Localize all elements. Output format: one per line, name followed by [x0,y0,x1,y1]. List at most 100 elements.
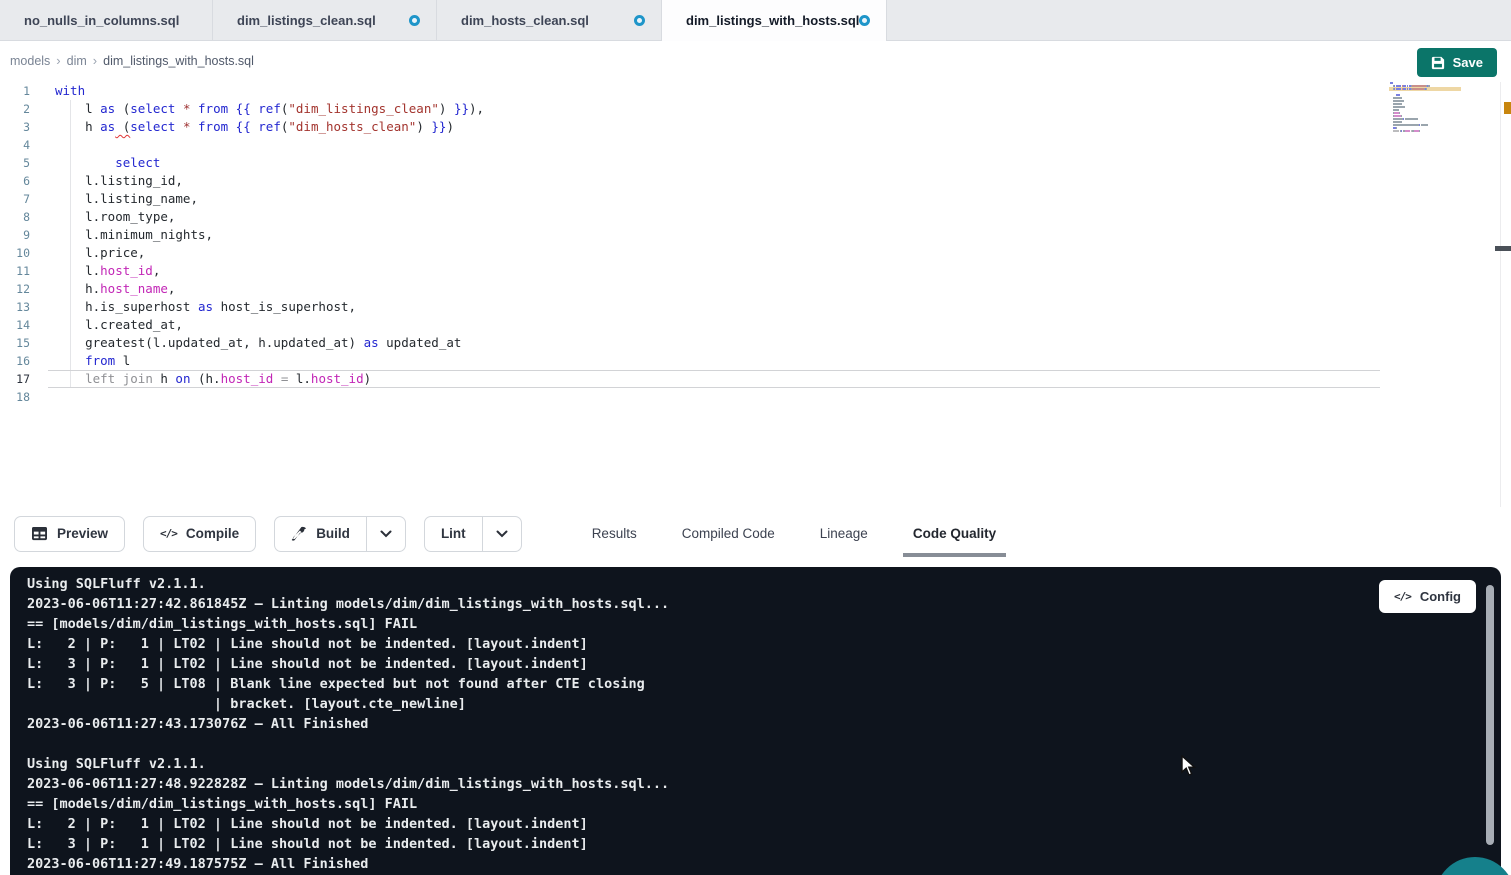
code-line: 11 l.host_id, [0,262,1511,280]
lint-split-button: Lint [424,516,522,552]
code-line: 13 h.is_superhost as host_is_superhost, [0,298,1511,316]
terminal-line: == [models/dim/dim_listings_with_hosts.s… [27,794,669,814]
line-number: 2 [0,100,30,118]
line-number: 12 [0,280,30,298]
line-number: 1 [0,82,30,100]
code-line: 7 l.listing_name, [0,190,1511,208]
build-dropdown-button[interactable] [366,517,405,551]
code-line: 18 [0,388,1511,406]
terminal-line: == [models/dim/dim_listings_with_hosts.s… [27,614,669,634]
file-tab-label: dim_listings_with_hosts.sql [686,13,859,28]
terminal-line: 2023-06-06T11:27:42.861845Z — Linting mo… [27,594,669,614]
build-button[interactable]: Build [275,517,366,551]
terminal-line [27,734,669,754]
code-editor[interactable]: 1with2 l as (select * from {{ ref("dim_l… [0,80,1511,507]
terminal-line: L: 3 | P: 1 | LT02 | Line should not be … [27,654,669,674]
breadcrumb-segment[interactable]: dim_listings_with_hosts.sql [103,54,254,68]
result-panel-tabs: Results Compiled Code Lineage Code Quality [586,507,1035,560]
line-number: 11 [0,262,30,280]
terminal-scrollbar-thumb[interactable] [1486,585,1494,845]
breadcrumb-separator-icon: › [93,53,97,68]
line-number: 15 [0,334,30,352]
terminal-line: Using SQLFluff v2.1.1. [27,754,669,774]
preview-button-label: Preview [57,526,108,541]
terminal-line: L: 2 | P: 1 | LT02 | Line should not be … [27,814,669,834]
action-toolbar: Preview </> Compile Build [0,507,1511,560]
line-number: 14 [0,316,30,334]
line-number: 8 [0,208,30,226]
line-number: 10 [0,244,30,262]
code-line: 14 l.created_at, [0,316,1511,334]
terminal-line: 2023-06-06T11:27:43.173076Z — All Finish… [27,714,669,734]
editor-scrollbar-thumb[interactable] [1495,246,1511,251]
code-line: 4 [0,136,1511,154]
lint-button-label: Lint [441,526,466,541]
build-button-label: Build [316,526,350,541]
code-line: 1with [0,82,1511,100]
minimap[interactable] [1390,82,1460,136]
code-line: 8 l.room_type, [0,208,1511,226]
file-tab[interactable]: no_nulls_in_columns.sql [0,0,213,40]
mouse-cursor [1180,755,1200,782]
preview-button[interactable]: Preview [14,516,125,552]
terminal-line: 2023-06-06T11:27:48.922828Z — Linting mo… [27,774,669,794]
overview-lint-marker [1504,102,1511,114]
lint-output-terminal[interactable]: Using SQLFluff v2.1.1.2023-06-06T11:27:4… [10,567,1501,875]
lint-button[interactable]: Lint [425,517,482,551]
code-line: 5 select [0,154,1511,172]
config-button[interactable]: </> Config [1379,580,1476,613]
code-line: 15 greatest(l.updated_at, h.updated_at) … [0,334,1511,352]
breadcrumb-segment[interactable]: dim [67,54,87,68]
line-number: 17 [0,370,30,388]
build-split-button: Build [274,516,406,552]
hammer-icon [291,526,307,542]
line-number: 18 [0,388,30,406]
line-number: 6 [0,172,30,190]
line-number: 3 [0,118,30,136]
config-button-label: Config [1420,589,1461,604]
code-brackets-icon: </> [160,527,177,540]
ide-window: no_nulls_in_columns.sql dim_listings_clea… [0,0,1511,875]
code-line: 2 l as (select * from {{ ref("dim_listin… [0,100,1511,118]
line-number: 16 [0,352,30,370]
file-tab-label: dim_listings_clean.sql [237,13,376,28]
code-line: 6 l.listing_id, [0,172,1511,190]
line-number: 5 [0,154,30,172]
save-button-label: Save [1453,55,1483,70]
terminal-line: 2023-06-06T11:27:49.187575Z — All Finish… [27,854,669,874]
unsaved-changes-dot-icon [634,15,645,26]
save-button[interactable]: Save [1417,48,1497,77]
compile-button-label: Compile [186,526,239,541]
panel-tab-results[interactable]: Results [586,507,643,560]
code-line: 3 h as (select * from {{ ref("dim_hosts_… [0,118,1511,136]
code-line: 16 from l [0,352,1511,370]
line-number: 9 [0,226,30,244]
file-tab-label: no_nulls_in_columns.sql [24,13,179,28]
chevron-down-icon [496,530,508,538]
file-tab[interactable]: dim_hosts_clean.sql [437,0,662,40]
table-grid-icon [31,526,48,541]
file-tab-label: dim_hosts_clean.sql [461,13,589,28]
file-tab[interactable]: dim_listings_clean.sql [213,0,437,40]
unsaved-changes-dot-icon [409,15,420,26]
breadcrumb-segment[interactable]: models [10,54,50,68]
lint-dropdown-button[interactable] [482,517,521,551]
code-line: 10 l.price, [0,244,1511,262]
file-tab[interactable]: dim_listings_with_hosts.sql [662,0,887,41]
compile-button[interactable]: </> Compile [143,516,256,552]
file-header-bar: models›dim›dim_listings_with_hosts.sql S… [0,41,1511,80]
terminal-line: L: 3 | P: 5 | LT08 | Blank line expected… [27,674,669,694]
panel-tab-lineage[interactable]: Lineage [814,507,874,560]
code-line: 9 l.minimum_nights, [0,226,1511,244]
breadcrumb: models›dim›dim_listings_with_hosts.sql [10,41,254,80]
code-line: 12 h.host_name, [0,280,1511,298]
line-number: 13 [0,298,30,316]
panel-tab-code-quality[interactable]: Code Quality [907,507,1002,560]
terminal-line: Using SQLFluff v2.1.1. [27,574,669,594]
active-tab-underline [903,553,1006,557]
panel-tab-compiled-code[interactable]: Compiled Code [676,507,781,560]
line-number: 4 [0,136,30,154]
code-brackets-icon: </> [1394,590,1411,603]
chevron-down-icon [380,530,392,538]
terminal-line: | bracket. [layout.cte_newline] [27,694,669,714]
